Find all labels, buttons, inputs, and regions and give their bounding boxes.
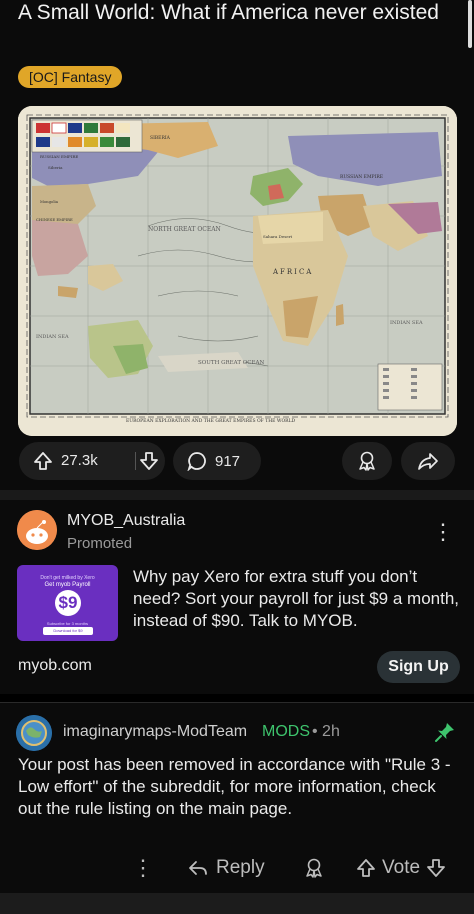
ad-body-text[interactable]: Why pay Xero for extra stuff you don’t n… — [133, 566, 463, 632]
map-label-siberia: SIBERIA — [150, 135, 171, 141]
vote-separator — [135, 452, 136, 470]
post-image-map[interactable]: SIBERIA RUSSIAN EMPIRE Siberia Mongolia … — [18, 106, 457, 436]
map-label-chinese-empire: CHINESE EMPIRE — [36, 217, 73, 222]
ad-thumb-line2: Get myob Payroll — [44, 582, 91, 588]
comments-button[interactable]: 917 — [173, 442, 261, 480]
map-label-siberia-small: Siberia — [48, 165, 63, 170]
map-label-mongolia: Mongolia — [40, 199, 59, 204]
post-title[interactable]: A Small World: What if America never exi… — [18, 0, 458, 26]
comment-more-icon[interactable]: ⋮ — [132, 857, 154, 879]
more-options-icon[interactable]: ⋮ — [432, 520, 454, 544]
commenter-avatar[interactable] — [16, 715, 52, 751]
map-label-indian-sea-right: INDIAN SEA — [390, 320, 423, 326]
map-label-sahara: Sahara Desert — [263, 234, 293, 239]
promoted-ad: MYOB_Australia Promoted ⋮ Don't get milk… — [0, 500, 474, 694]
mods-badge: MODS — [262, 723, 310, 740]
comment-downvote-icon[interactable] — [426, 858, 446, 878]
map-label-north-great-ocean: NORTH GREAT OCEAN — [148, 226, 221, 233]
map-label-africa: AFRICA — [272, 268, 313, 276]
map-label-russian-empire-left: RUSSIAN EMPIRE — [40, 154, 78, 159]
comment-timestamp: • 2h — [312, 723, 340, 740]
advertiser-avatar[interactable] — [17, 510, 57, 550]
upvote-count: 27.3k — [61, 452, 98, 469]
award-button[interactable] — [342, 442, 392, 480]
ad-thumb-line3: Subscribe for 3 months — [46, 621, 89, 626]
world-map-illustration: SIBERIA RUSSIAN EMPIRE Siberia Mongolia … — [18, 106, 457, 436]
ad-thumb-cta: Download for $9 — [43, 627, 93, 635]
comment-actions: ⋮ Reply Vote — [0, 853, 474, 885]
share-arrow-icon — [417, 450, 439, 472]
section-divider — [0, 490, 474, 500]
comment-body: Your post has been removed in accordance… — [18, 755, 451, 818]
advertiser-name[interactable]: MYOB_Australia — [67, 512, 185, 530]
mod-comment: imaginarymaps-ModTeam MODS • 2h Your pos… — [0, 703, 474, 893]
ad-domain[interactable]: myob.com — [18, 657, 92, 675]
map-label-russian-empire-right: RUSSIAN EMPIRE — [340, 174, 383, 180]
comment-upvote-icon[interactable] — [356, 858, 376, 878]
comment-count: 917 — [215, 452, 241, 470]
vote-label: Vote — [382, 857, 421, 878]
share-button[interactable] — [401, 442, 455, 480]
map-label-indian-sea-left: INDIAN SEA — [36, 334, 69, 340]
bottom-bar — [0, 893, 474, 914]
snoo-avatar-icon — [17, 510, 57, 550]
flags-legend — [31, 119, 143, 153]
comment-award-button[interactable] — [303, 857, 325, 879]
globe-avatar-icon — [16, 715, 52, 751]
sign-up-button[interactable]: Sign Up — [377, 651, 460, 683]
comment-bubble-icon — [187, 451, 207, 471]
ad-thumbnail[interactable]: Don't get milked by Xero Get myob Payrol… — [17, 565, 118, 641]
comment-vote-control: Vote — [356, 857, 446, 879]
ad-thumb-price: $9 — [55, 590, 81, 616]
map-caption: EUROPEAN EXPLORATION AND THE GREAT EMPIR… — [126, 418, 296, 424]
promoted-label: Promoted — [67, 535, 133, 552]
comment-author[interactable]: imaginarymaps-ModTeam — [63, 723, 247, 741]
post-flair[interactable]: [OC] Fantasy — [18, 66, 123, 88]
pin-icon — [434, 721, 456, 743]
map-label-south-great-ocean: SOUTH GREAT OCEAN — [198, 360, 264, 366]
vote-control: 27.3k — [19, 442, 165, 480]
reply-arrow-icon — [188, 858, 208, 878]
award-icon — [356, 450, 378, 472]
post-actions-bar: 27.3k 917 — [0, 442, 474, 482]
map-key-legend — [377, 363, 443, 411]
downvote-arrow-icon[interactable] — [139, 451, 159, 471]
upvote-arrow-icon[interactable] — [33, 451, 53, 471]
post-card: A Small World: What if America never exi… — [0, 0, 474, 490]
reply-button[interactable]: Reply — [188, 857, 265, 879]
scrollbar-thumb[interactable] — [468, 0, 472, 48]
ad-thumb-line1: Don't get milked by Xero — [40, 575, 95, 581]
award-icon — [303, 857, 325, 879]
reply-label: Reply — [216, 857, 265, 878]
